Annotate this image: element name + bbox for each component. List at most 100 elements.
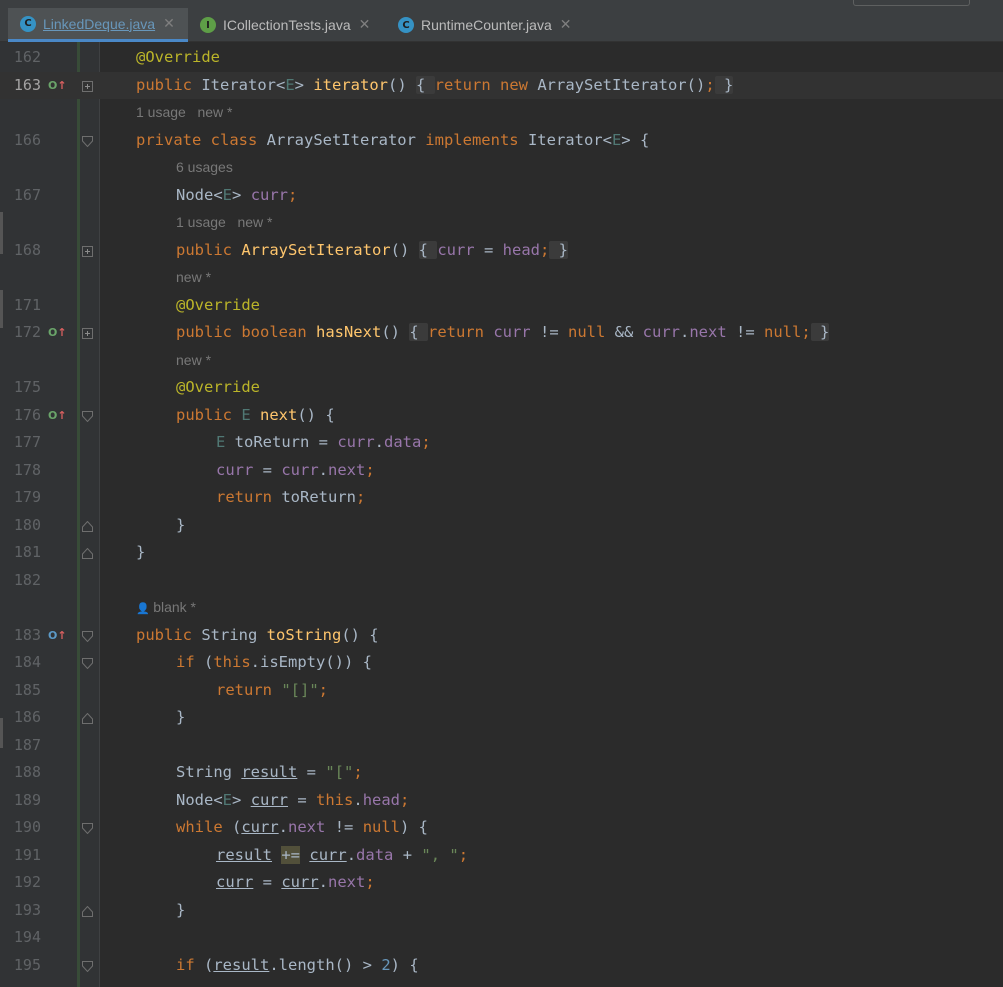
code-text: public ArraySetIterator() { curr = head;… <box>176 240 568 259</box>
code-text: E toReturn = curr.data; <box>216 433 431 451</box>
fold-end-icon[interactable] <box>82 548 93 559</box>
code-text: if (result.length() > 2) { <box>176 955 419 974</box>
author-hint[interactable]: 👤 blank * <box>136 594 196 623</box>
code-text: Node<E> curr = this.head; <box>176 790 410 809</box>
line-number: 184 <box>13 653 41 671</box>
inlay-hint-line: 1 usage new * <box>0 99 1003 127</box>
usage-hint[interactable]: 1 usage new * <box>136 99 233 127</box>
fold-collapse-icon[interactable] <box>82 410 93 422</box>
user-icon: 👤 <box>136 602 154 615</box>
fold-end-icon[interactable] <box>82 520 93 532</box>
toolbar-control[interactable] <box>853 0 970 6</box>
line-number: 186 <box>13 708 41 726</box>
code-text: public Iterator<E> iterator() { return n… <box>136 75 734 94</box>
line-number: 167 <box>13 185 41 204</box>
code-text: return "[]"; <box>216 680 328 699</box>
code-line-194: 194 <box>0 924 1003 952</box>
fold-collapse-icon[interactable] <box>82 630 93 642</box>
code-line-171: 171 @Override <box>0 292 1003 320</box>
usage-hint[interactable]: 1 usage new * <box>176 209 273 237</box>
override-icon[interactable]: O↑ <box>48 409 67 422</box>
inlay-hint-line: 👤 blank * <box>0 594 1003 622</box>
code-line-166: 166 private class ArraySetIterator imple… <box>0 127 1003 155</box>
code-line-177: 177 E toReturn = curr.data; <box>0 429 1003 457</box>
code-text: } <box>136 543 146 561</box>
override-icon[interactable]: O↑ <box>48 629 67 642</box>
close-icon[interactable]: ✕ <box>560 17 572 33</box>
code-line-195: 195 if (result.length() > 2) { <box>0 952 1003 980</box>
code-text: Node<E> curr; <box>176 185 298 204</box>
author-hint[interactable]: new * <box>176 347 211 375</box>
code-text: curr = curr.next; <box>216 873 375 891</box>
code-text: public E next() { <box>176 405 335 424</box>
editor-tab-bar: C LinkedDeque.java ✕ I ICollectionTests.… <box>0 0 1003 42</box>
code-line-178: 178 curr = curr.next; <box>0 457 1003 485</box>
line-number: 187 <box>13 735 41 754</box>
line-number: 190 <box>13 818 41 836</box>
inlay-hint-line: 6 usages <box>0 154 1003 182</box>
line-number: 192 <box>13 873 41 891</box>
usage-hint[interactable]: 6 usages <box>176 154 233 182</box>
code-line-180: 180 } <box>0 512 1003 540</box>
code-line-187: 187 <box>0 732 1003 760</box>
code-text: @Override <box>176 378 260 396</box>
line-number: 172 <box>13 323 41 341</box>
code-text: while (curr.next != null) { <box>176 818 429 836</box>
fold-collapse-icon[interactable] <box>82 658 93 669</box>
tab-label: ICollectionTests.java <box>223 17 351 33</box>
override-icon[interactable]: O↑ <box>48 327 67 339</box>
code-line-175: 175 @Override <box>0 374 1003 402</box>
code-line-189: 189 Node<E> curr = this.head; <box>0 787 1003 815</box>
fold-expand-icon[interactable] <box>82 328 93 339</box>
code-line-167: 167 Node<E> curr; <box>0 182 1003 210</box>
fold-collapse-icon[interactable] <box>82 823 93 834</box>
line-number: 189 <box>13 790 41 809</box>
code-line-176: 176 O↑ public E next() { <box>0 402 1003 430</box>
close-icon[interactable]: ✕ <box>163 16 175 32</box>
tab-linkeddeque[interactable]: C LinkedDeque.java ✕ <box>8 8 188 42</box>
code-line-181: 181 } <box>0 539 1003 567</box>
line-number: 188 <box>13 763 41 781</box>
code-text: } <box>176 515 186 534</box>
close-icon[interactable]: ✕ <box>359 17 371 33</box>
line-number: 179 <box>13 488 41 506</box>
line-number: 181 <box>13 543 41 561</box>
line-number: 163 <box>13 75 41 94</box>
line-number: 175 <box>13 378 41 396</box>
code-text: result += curr.data + ", "; <box>216 845 469 864</box>
fold-end-icon[interactable] <box>82 713 93 724</box>
fold-end-icon[interactable] <box>82 905 93 917</box>
fold-collapse-icon[interactable] <box>82 135 93 147</box>
fold-collapse-icon[interactable] <box>82 960 93 972</box>
tab-label: LinkedDeque.java <box>43 15 156 32</box>
tab-runtimecounter[interactable]: C RuntimeCounter.java ✕ <box>386 8 586 42</box>
fold-expand-icon[interactable] <box>82 80 93 92</box>
line-number: 178 <box>13 460 41 479</box>
author-hint[interactable]: new * <box>176 264 211 292</box>
line-number: 180 <box>13 515 41 534</box>
code-line-172: 172 O↑ public boolean hasNext() { return… <box>0 319 1003 347</box>
line-number: 191 <box>13 845 41 864</box>
code-text: public String toString() { <box>136 625 379 644</box>
tab-icollectiontests[interactable]: I ICollectionTests.java ✕ <box>188 8 388 42</box>
code-editor[interactable]: 162 @Override 163 O↑ public Iterator<E> … <box>0 44 1003 979</box>
code-line-183: 183 O↑ public String toString() { <box>0 622 1003 650</box>
code-line-182: 182 <box>0 567 1003 595</box>
line-number: 183 <box>13 625 41 644</box>
code-line-168: 168 public ArraySetIterator() { curr = h… <box>0 237 1003 265</box>
code-line-162: 162 @Override <box>0 44 1003 72</box>
override-icon[interactable]: O↑ <box>48 79 67 92</box>
code-line-193: 193 } <box>0 897 1003 925</box>
code-text: return toReturn; <box>216 488 366 506</box>
code-text: private class ArraySetIterator implement… <box>136 130 650 149</box>
code-text: @Override <box>176 295 260 314</box>
line-number: 162 <box>13 48 41 66</box>
java-interface-icon: I <box>200 17 216 33</box>
line-number: 195 <box>13 955 41 974</box>
inlay-hint-line: new * <box>0 264 1003 292</box>
code-text: } <box>176 708 186 726</box>
code-text: } <box>176 900 186 919</box>
code-text: String result = "["; <box>176 763 363 781</box>
fold-expand-icon[interactable] <box>82 245 93 257</box>
line-number: 166 <box>13 130 41 149</box>
